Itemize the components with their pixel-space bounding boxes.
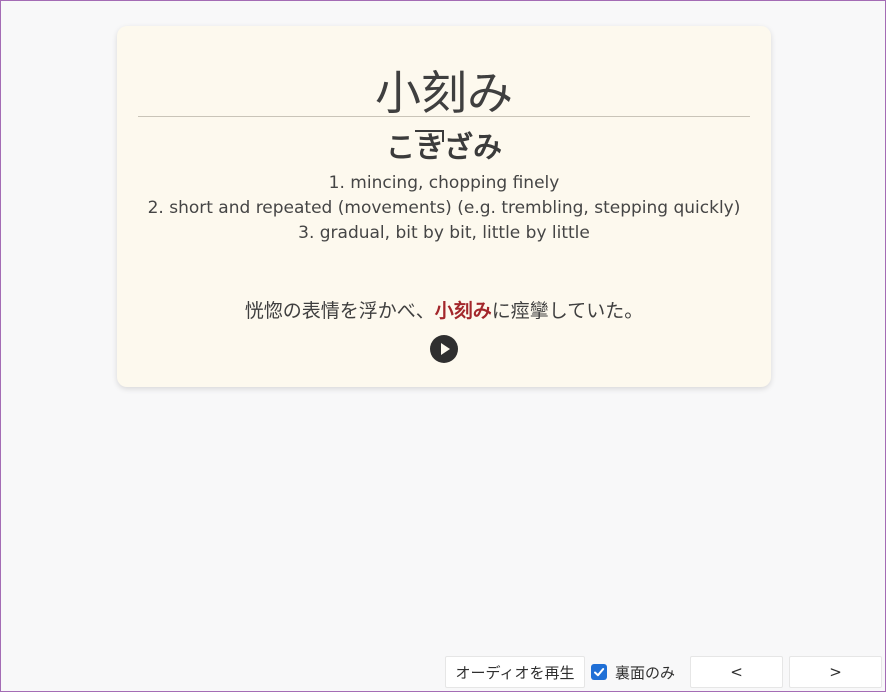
sentence-after: に痙攣していた。 xyxy=(491,300,644,322)
bottom-toolbar: オーディオを再生 裏面のみ < > xyxy=(1,653,885,691)
definition-item: 2. short and repeated (movements) (e.g. … xyxy=(147,198,741,218)
reading-mora-2-accent: き xyxy=(414,130,445,164)
card-reading: こきざみ xyxy=(117,129,771,165)
back-only-label: 裏面のみ xyxy=(615,663,676,682)
flashcard: 小刻み こきざみ 1. mincing, chopping finely 2. … xyxy=(117,26,771,387)
definition-item: 1. mincing, chopping finely xyxy=(328,173,560,193)
previous-card-button[interactable]: < xyxy=(690,656,783,688)
app-window: 小刻み こきざみ 1. mincing, chopping finely 2. … xyxy=(0,0,886,692)
example-sentence: 恍惚の表情を浮かべ、小刻みに痙攣していた。 xyxy=(117,298,771,324)
next-card-button[interactable]: > xyxy=(789,656,882,688)
play-audio-button[interactable] xyxy=(430,335,458,363)
reading-mora-1: こ xyxy=(385,130,415,164)
back-only-toggle[interactable]: 裏面のみ xyxy=(591,656,675,688)
card-divider xyxy=(138,116,750,117)
reading-mora-3: ざ xyxy=(444,130,474,164)
reading-mora-4: み xyxy=(473,130,503,164)
sentence-before: 恍惚の表情を浮かべ、 xyxy=(244,300,435,322)
card-word: 小刻み xyxy=(375,66,513,120)
checkmark-icon xyxy=(594,668,605,677)
back-only-checkbox[interactable] xyxy=(591,664,607,680)
definition-list: 1. mincing, chopping finely 2. short and… xyxy=(117,171,771,246)
play-audio-text-button[interactable]: オーディオを再生 xyxy=(445,656,585,688)
play-circle-icon xyxy=(430,335,458,363)
definition-item: 3. gradual, bit by bit, little by little xyxy=(298,223,590,243)
sentence-highlight: 小刻み xyxy=(434,300,492,322)
